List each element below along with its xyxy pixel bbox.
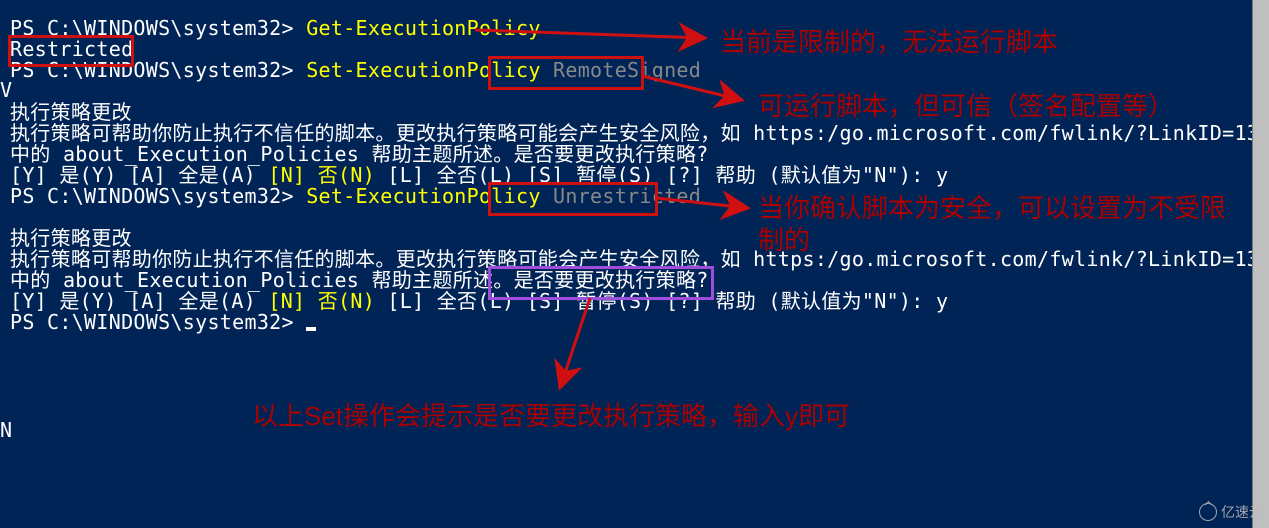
blank: [10, 81, 1259, 102]
scrollbar-thumb[interactable]: [1253, 0, 1269, 528]
line-3: PS C:\WINDOWS\system32> Set-ExecutionPol…: [10, 60, 1259, 81]
policy-warn-2a: 执行策略可帮助你防止执行不信任的脚本。更改执行策略可能会产生安全风险，如 htt…: [10, 249, 1259, 270]
policy-change-title-2: 执行策略更改: [10, 228, 1259, 249]
vertical-scrollbar[interactable]: [1252, 0, 1269, 528]
final-prompt-line: PS C:\WINDOWS\system32>: [10, 312, 1259, 333]
policy-options-1: [Y] 是(Y) [A] 全是(A) [N] 否(N) [L] 全否(L) [S…: [10, 165, 1259, 186]
cmd-set-executionpolicy-2: Set-ExecutionPolicy: [306, 184, 540, 208]
cmd-set-executionpolicy-1: Set-ExecutionPolicy: [306, 58, 540, 82]
prompt: PS C:\WINDOWS\system32>: [10, 58, 306, 82]
policy-options-2: [Y] 是(Y) [A] 全是(A) [N] 否(N) [L] 全否(L) [S…: [10, 291, 1259, 312]
policy-warn-1b: 中的 about_Execution_Policies 帮助主题所述。是否要更改…: [10, 144, 1259, 165]
watermark-logo-icon: [1199, 503, 1217, 521]
policy-change-title-1: 执行策略更改: [10, 102, 1259, 123]
stray-n: N: [0, 418, 12, 442]
arg-remotesigned: RemoteSigned: [541, 58, 701, 82]
cmd-get-executionpolicy: Get-ExecutionPolicy: [306, 16, 540, 40]
line-set-unrestricted: PS C:\WINDOWS\system32> Set-ExecutionPol…: [10, 186, 1259, 207]
prompt: PS C:\WINDOWS\system32>: [10, 310, 306, 334]
arg-unrestricted: Unrestricted: [541, 184, 701, 208]
answer-y-2: y: [936, 289, 948, 313]
cursor-icon: [306, 327, 316, 331]
line-2: Restricted: [10, 39, 1259, 60]
prompt: PS C:\WINDOWS\system32>: [10, 184, 306, 208]
blank: [10, 207, 1259, 228]
answer-y-1: y: [936, 163, 948, 187]
line-1: PS C:\WINDOWS\system32> Get-ExecutionPol…: [10, 18, 1259, 39]
policy-warn-1a: 执行策略可帮助你防止执行不信任的脚本。更改执行策略可能会产生安全风险，如 htt…: [10, 123, 1259, 144]
stray-v: V: [0, 78, 12, 102]
policy-warn-2b: 中的 about_Execution_Policies 帮助主题所述。是否要更改…: [10, 270, 1259, 291]
powershell-terminal[interactable]: PS C:\WINDOWS\system32> Get-ExecutionPol…: [10, 18, 1259, 333]
annotation-prompt-change: 以上Set操作会提示是否要更改执行策略，输入y即可: [252, 396, 850, 433]
